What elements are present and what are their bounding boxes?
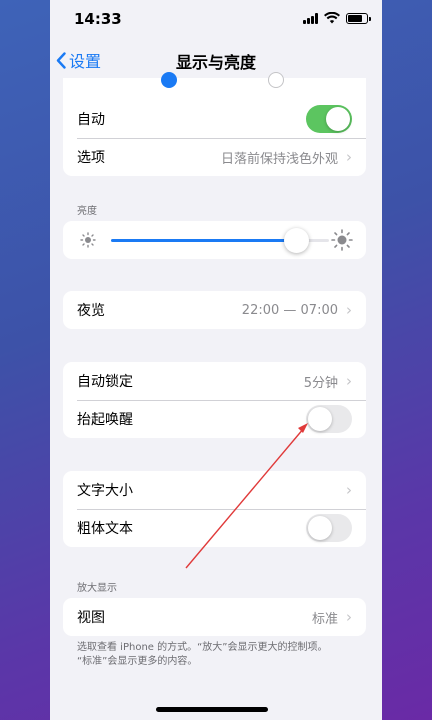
raise-to-wake-toggle[interactable]: [306, 405, 352, 433]
auto-appearance-row: 自动: [63, 100, 366, 138]
battery-icon: [346, 12, 371, 24]
options-row[interactable]: 选项 日落前保持浅色外观 ›: [63, 138, 366, 176]
night-shift-row[interactable]: 夜览 22:00 — 07:00 ›: [63, 291, 366, 329]
home-indicator: [156, 707, 268, 712]
raise-to-wake-label: 抬起唤醒: [77, 412, 133, 428]
raise-to-wake-row: 抬起唤醒: [63, 400, 366, 438]
page-title: 显示与亮度: [175, 53, 256, 72]
auto-lock-row[interactable]: 自动锁定 5分钟 ›: [63, 362, 366, 400]
text-size-row[interactable]: 文字大小 ›: [63, 471, 366, 509]
night-shift-value: 22:00 — 07:00 ›: [241, 301, 352, 319]
auto-appearance-toggle[interactable]: [306, 105, 352, 133]
dark-mode-radio[interactable]: [268, 72, 284, 88]
auto-lock-label: 自动锁定: [77, 374, 133, 390]
bold-text-row: 粗体文本: [63, 509, 366, 547]
signal-icon: [303, 12, 318, 24]
appearance-picker: [63, 72, 366, 100]
text-size-label: 文字大小: [77, 483, 133, 499]
chevron-right-icon: ›: [346, 148, 352, 166]
brightness-slider-track[interactable]: [111, 239, 296, 242]
zoom-footnote: 选取查看 iPhone 的方式。“放大”会显示更大的控制项。 “标准”会显示更多…: [77, 642, 328, 667]
chevron-right-icon: ›: [346, 301, 352, 319]
chevron-right-icon: ›: [346, 481, 352, 499]
view-label: 视图: [77, 610, 105, 626]
auto-lock-value: 5分钟 ›: [303, 372, 352, 391]
status-bar: 14:33: [50, 0, 382, 40]
status-time: 14:33: [74, 10, 122, 28]
brightness-slider-thumb[interactable]: [284, 228, 309, 253]
zoom-section-label: 放大显示: [77, 583, 117, 594]
phone-screen: 14:33 设置 显示与亮度 自动 选项 日落前保持浅色外观 › 亮度 夜览 2…: [50, 0, 382, 720]
navigation-bar: 设置 显示与亮度: [50, 40, 382, 78]
night-shift-group: 夜览 22:00 — 07:00 ›: [63, 291, 366, 329]
chevron-right-icon: ›: [346, 372, 352, 390]
view-row[interactable]: 视图 标准 ›: [63, 598, 366, 636]
status-icons: [303, 12, 371, 24]
chevron-right-icon: ›: [346, 608, 352, 626]
view-value: 标准 ›: [311, 608, 352, 627]
brightness-group: [63, 221, 366, 259]
options-value: 日落前保持浅色外观 ›: [220, 148, 352, 167]
appearance-group: 自动 选项 日落前保持浅色外观 ›: [63, 100, 366, 176]
sun-small-icon: [80, 232, 96, 248]
lock-group: 自动锁定 5分钟 › 抬起唤醒: [63, 362, 366, 438]
text-group: 文字大小 › 粗体文本: [63, 471, 366, 547]
bold-text-toggle[interactable]: [306, 514, 352, 542]
night-shift-label: 夜览: [77, 303, 105, 319]
options-label: 选项: [77, 150, 105, 166]
zoom-group: 视图 标准 ›: [63, 598, 366, 636]
sun-large-icon: [331, 229, 353, 251]
brightness-section-label: 亮度: [77, 206, 97, 217]
bold-text-label: 粗体文本: [77, 521, 133, 537]
wifi-icon: [324, 12, 340, 24]
light-mode-radio[interactable]: [161, 72, 177, 88]
auto-label: 自动: [77, 112, 105, 128]
